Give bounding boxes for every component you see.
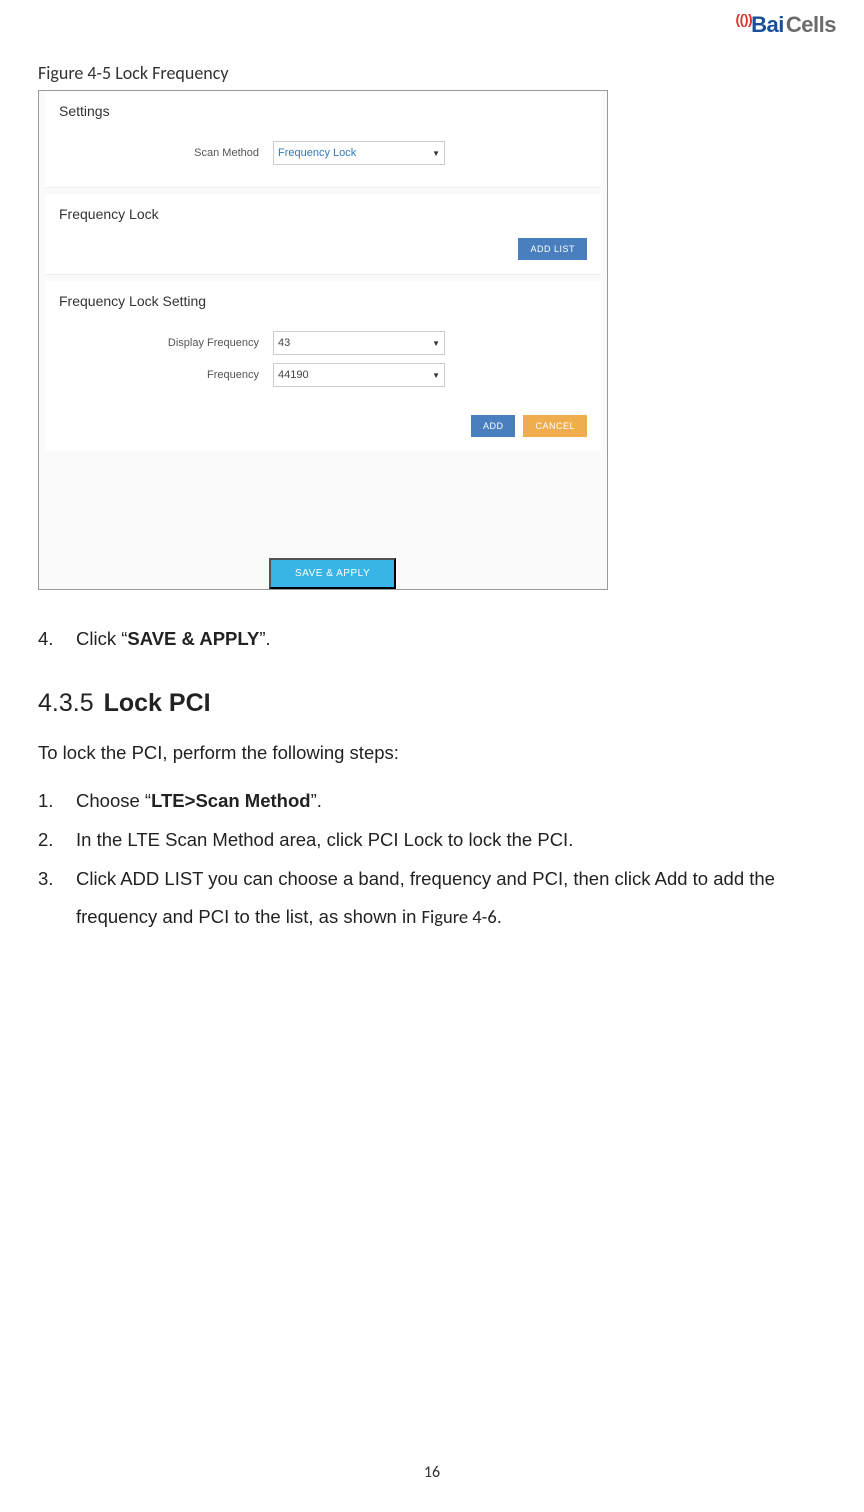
display-frequency-label: Display Frequency: [59, 337, 259, 349]
step-4-bold: SAVE & APPLY: [127, 628, 259, 649]
step-1-number: 1.: [38, 782, 56, 821]
step-4-prefix: Click “: [76, 628, 127, 649]
step-4-text: Click “SAVE & APPLY”.: [76, 620, 844, 659]
settings-panel: Settings Scan Method Frequency Lock ▼: [45, 91, 601, 188]
frequency-lock-panel: Frequency Lock ADD LIST: [45, 194, 601, 275]
chevron-down-icon: ▼: [432, 371, 440, 380]
step-2-text: In the LTE Scan Method area, click PCI L…: [76, 821, 844, 860]
scan-method-select[interactable]: Frequency Lock ▼: [273, 141, 445, 165]
step-2: 2. In the LTE Scan Method area, click PC…: [38, 821, 844, 860]
fls-title: Frequency Lock Setting: [45, 281, 601, 319]
settings-title: Settings: [45, 91, 601, 129]
display-frequency-row: Display Frequency 43 ▼: [59, 331, 587, 355]
step-3-number: 3.: [38, 860, 56, 938]
frequency-value: 44190: [278, 369, 309, 381]
step-1-text: Choose “LTE>Scan Method”.: [76, 782, 844, 821]
frequency-select[interactable]: 44190 ▼: [273, 363, 445, 387]
step-3-line-c: .: [497, 906, 502, 927]
step-2-number: 2.: [38, 821, 56, 860]
step-1-bold: LTE>Scan Method: [151, 790, 311, 811]
page-number: 16: [0, 1463, 864, 1482]
chevron-down-icon: ▼: [432, 339, 440, 348]
step-1-suffix: ”.: [311, 790, 322, 811]
section-heading: 4.3.5 Lock PCI: [38, 689, 844, 718]
add-list-button[interactable]: ADD LIST: [518, 238, 587, 260]
wifi-icon: (()): [736, 11, 753, 27]
frequency-lock-title: Frequency Lock: [45, 194, 601, 232]
figure-caption: Figure 4-5 Lock Frequency: [38, 62, 844, 84]
scan-method-value: Frequency Lock: [278, 147, 356, 159]
display-frequency-value: 43: [278, 337, 290, 349]
step-4-number: 4.: [38, 620, 56, 659]
step-4-suffix: ”.: [259, 628, 270, 649]
step-1-prefix: Choose “: [76, 790, 151, 811]
cancel-button[interactable]: CANCEL: [523, 415, 587, 437]
step-3-line-b: frequency and PCI to the list, as shown …: [76, 906, 422, 927]
brand-logo: (()) Bai Cells: [736, 12, 837, 38]
scan-method-label: Scan Method: [59, 147, 259, 159]
scan-method-row: Scan Method Frequency Lock ▼: [59, 141, 587, 165]
step-3-figref: Figure 4-6: [422, 905, 497, 928]
frequency-label: Frequency: [59, 369, 259, 381]
section-title: Lock PCI: [104, 689, 211, 717]
step-3-line-a: Click ADD LIST you can choose a band, fr…: [76, 868, 775, 889]
display-frequency-select[interactable]: 43 ▼: [273, 331, 445, 355]
logo-cells: Cells: [786, 12, 836, 38]
frequency-row: Frequency 44190 ▼: [59, 363, 587, 387]
logo-bai: Bai: [751, 12, 784, 38]
save-apply-button[interactable]: SAVE & APPLY: [269, 558, 396, 589]
chevron-down-icon: ▼: [432, 149, 440, 158]
step-1: 1. Choose “LTE>Scan Method”.: [38, 782, 844, 821]
step-4: 4. Click “SAVE & APPLY”.: [38, 620, 844, 659]
section-intro: To lock the PCI, perform the following s…: [38, 742, 844, 764]
add-button[interactable]: ADD: [471, 415, 516, 437]
step-3-text: Click ADD LIST you can choose a band, fr…: [76, 860, 844, 938]
screenshot-figure: Settings Scan Method Frequency Lock ▼ Fr…: [38, 90, 608, 590]
step-3: 3. Click ADD LIST you can choose a band,…: [38, 860, 844, 938]
section-number: 4.3.5: [38, 689, 94, 717]
frequency-lock-setting-panel: Frequency Lock Setting Display Frequency…: [45, 281, 601, 451]
